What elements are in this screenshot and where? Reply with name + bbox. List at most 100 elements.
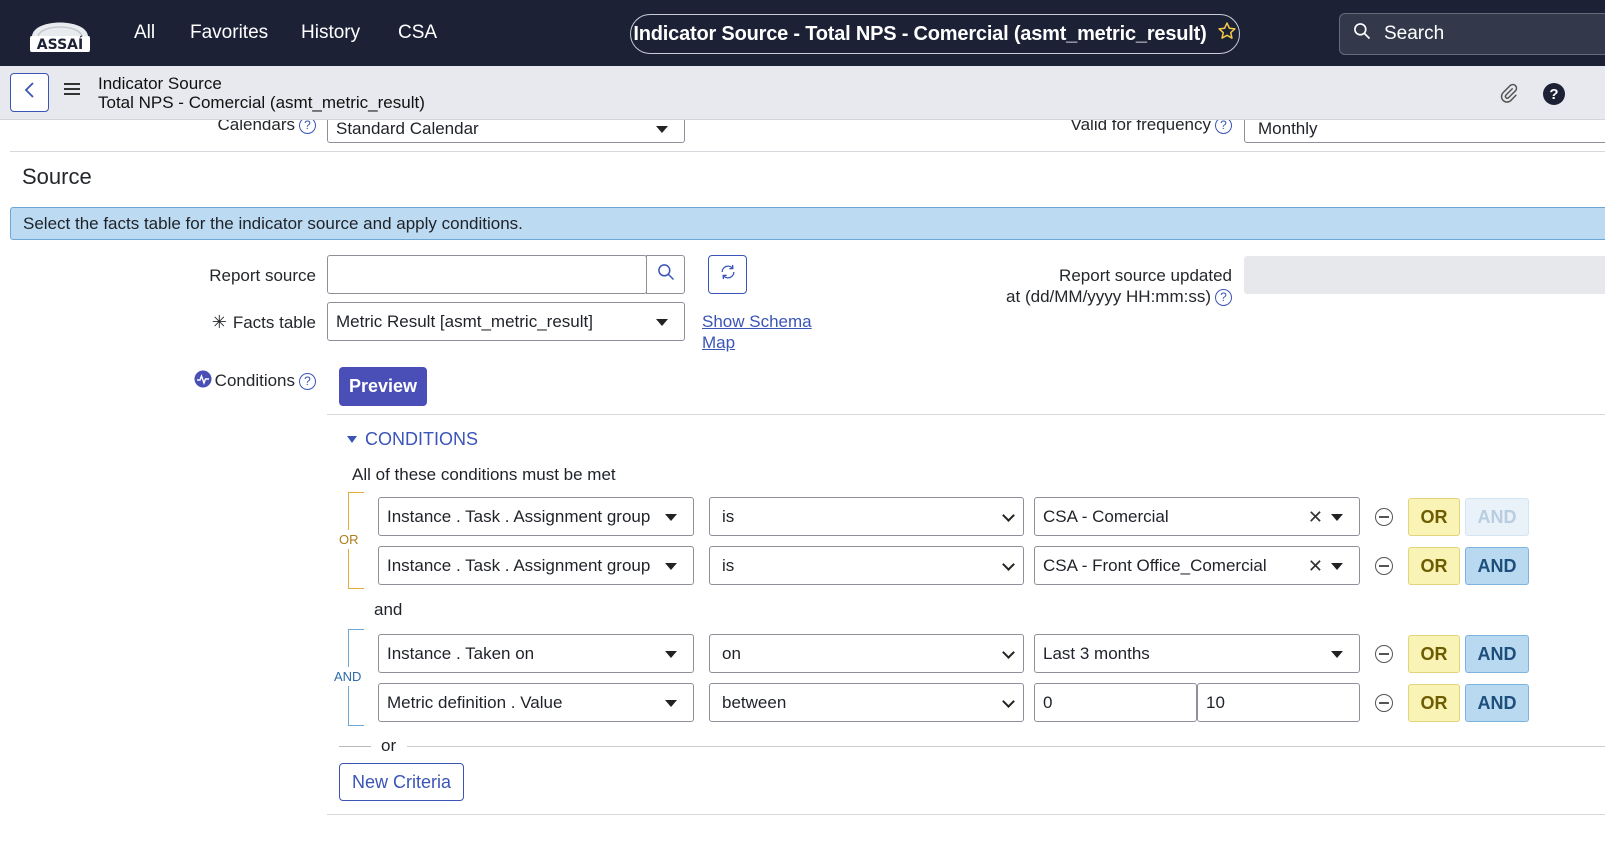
search-icon xyxy=(656,262,676,287)
remove-condition-icon[interactable] xyxy=(1375,694,1393,712)
question-icon[interactable]: ? xyxy=(299,373,316,390)
search-icon xyxy=(1352,21,1372,47)
close-icon[interactable]: ✕ xyxy=(1308,508,1323,526)
valid-freq-value: Monthly xyxy=(1258,120,1318,138)
condition-value-select[interactable]: Last 3 months xyxy=(1034,634,1360,673)
info-message: Select the facts table for the indicator… xyxy=(10,207,1605,240)
form-content: Calendars? Standard Calendar Valid for f… xyxy=(0,120,1605,847)
nav-favorites[interactable]: Favorites xyxy=(190,22,268,44)
caret-down-icon xyxy=(665,562,677,570)
asterisk-icon: ✳ xyxy=(211,312,227,332)
condition-field-select[interactable]: Instance . Task . Assignment group xyxy=(378,497,694,536)
and-button[interactable]: AND xyxy=(1465,547,1529,585)
valid-freq-select[interactable]: Monthly xyxy=(1244,120,1605,143)
section-title: Source xyxy=(22,164,92,189)
report-updated-label-2: at (dd/MM/yyyy HH:mm:ss) xyxy=(1006,287,1211,306)
facts-table-value: Metric Result [asmt_metric_result] xyxy=(336,311,593,331)
hamburger-icon[interactable] xyxy=(64,83,80,97)
divider xyxy=(327,414,1605,415)
caret-down-icon xyxy=(656,318,668,326)
nav-all[interactable]: All xyxy=(134,22,155,44)
nav-csa[interactable]: CSA xyxy=(398,22,437,44)
condition-value: CSA - Front Office_Comercial xyxy=(1043,555,1267,575)
and-button[interactable]: AND xyxy=(1465,684,1529,722)
condition-operator-select[interactable]: is xyxy=(709,546,1024,585)
calendars-label-wrap: Calendars? xyxy=(150,120,316,135)
preview-button[interactable]: Preview xyxy=(339,367,427,406)
caret-down-icon xyxy=(347,436,357,443)
global-search[interactable]: Search xyxy=(1339,13,1605,55)
calendars-label: Calendars xyxy=(217,120,296,134)
star-icon[interactable] xyxy=(1217,21,1237,47)
remove-condition-icon[interactable] xyxy=(1375,645,1393,663)
remove-condition-icon[interactable] xyxy=(1375,557,1393,575)
caret-down-icon xyxy=(1331,513,1343,521)
condition-field-value: Metric definition . Value xyxy=(387,692,563,712)
or-connector-label: OR xyxy=(339,530,359,549)
or-button[interactable]: OR xyxy=(1408,547,1460,585)
refresh-button[interactable] xyxy=(708,255,747,294)
new-criteria-button[interactable]: New Criteria xyxy=(339,763,464,801)
chevron-down-icon xyxy=(1002,508,1015,522)
condition-value-select[interactable]: CSA - Comercial ✕ xyxy=(1034,497,1360,536)
between-to-input[interactable]: 10 xyxy=(1197,683,1360,722)
back-button[interactable] xyxy=(10,73,49,112)
record-title-pill[interactable]: Indicator Source - Total NPS - Comercial… xyxy=(630,14,1240,54)
facts-table-label-wrap: ✳ Facts table xyxy=(150,312,316,333)
and-button[interactable]: AND xyxy=(1465,635,1529,673)
facts-table-select[interactable]: Metric Result [asmt_metric_result] xyxy=(327,302,685,341)
valid-freq-label: Valid for frequency xyxy=(1070,120,1211,134)
assai-logo[interactable]: ASSAÍ xyxy=(24,12,96,54)
caret-down-icon xyxy=(665,513,677,521)
divider xyxy=(327,814,1605,815)
logo-text: ASSAÍ xyxy=(37,36,83,53)
condition-operator-value: on xyxy=(722,643,741,663)
and-button[interactable]: AND xyxy=(1465,498,1529,536)
conditions-toggle[interactable]: CONDITIONS xyxy=(347,429,478,450)
show-schema-link[interactable]: Show Schema Map xyxy=(702,311,812,353)
record-name: Total NPS - Comercial (asmt_metric_resul… xyxy=(98,93,425,112)
report-source-lookup-button[interactable] xyxy=(646,255,685,294)
condition-operator-value: between xyxy=(722,692,787,712)
or-button[interactable]: OR xyxy=(1408,498,1460,536)
condition-field-select[interactable]: Metric definition . Value xyxy=(378,683,694,722)
conditions-header: CONDITIONS xyxy=(365,429,479,449)
conditions-subtitle: All of these conditions must be met xyxy=(352,465,616,484)
report-updated-label-wrap: at (dd/MM/yyyy HH:mm:ss)? xyxy=(960,287,1232,307)
caret-down-icon xyxy=(1331,562,1343,570)
record-title: Indicator Source - Total NPS - Comercial… xyxy=(633,22,1207,45)
show-schema-link-line2: Map xyxy=(702,333,736,352)
or-button[interactable]: OR xyxy=(1408,635,1460,673)
or-button[interactable]: OR xyxy=(1408,684,1460,722)
condition-operator-select[interactable]: on xyxy=(709,634,1024,673)
remove-condition-icon[interactable] xyxy=(1375,508,1393,526)
divider xyxy=(10,151,1605,152)
condition-operator-select[interactable]: is xyxy=(709,497,1024,536)
paperclip-icon[interactable] xyxy=(1498,82,1520,109)
between-from-input[interactable]: 0 xyxy=(1034,683,1197,722)
condition-operator-select[interactable]: between xyxy=(709,683,1024,722)
question-icon[interactable]: ? xyxy=(299,120,316,134)
condition-value-select[interactable]: CSA - Front Office_Comercial ✕ xyxy=(1034,546,1360,585)
report-updated-label-1: Report source updated xyxy=(1059,266,1232,285)
caret-down-icon xyxy=(665,699,677,707)
report-updated-field xyxy=(1244,256,1605,294)
condition-field-select[interactable]: Instance . Taken on xyxy=(378,634,694,673)
condition-operator-value: is xyxy=(722,555,735,575)
calendars-select[interactable]: Standard Calendar xyxy=(327,120,685,143)
search-label: Search xyxy=(1384,23,1445,44)
condition-field-value: Instance . Task . Assignment group xyxy=(387,506,651,526)
question-icon[interactable]: ? xyxy=(1215,120,1232,134)
chevron-down-icon xyxy=(1002,645,1015,659)
report-source-label: Report source xyxy=(209,266,316,285)
calendars-value: Standard Calendar xyxy=(336,120,479,138)
report-source-input[interactable] xyxy=(327,255,647,294)
and-separator: and xyxy=(374,600,403,619)
question-icon[interactable]: ? xyxy=(1543,83,1565,105)
close-icon[interactable]: ✕ xyxy=(1308,557,1323,575)
question-icon[interactable]: ? xyxy=(1215,289,1232,306)
nav-history[interactable]: History xyxy=(301,22,360,44)
condition-field-select[interactable]: Instance . Task . Assignment group xyxy=(378,546,694,585)
condition-operator-value: is xyxy=(722,506,735,526)
facts-table-label: Facts table xyxy=(232,313,316,332)
